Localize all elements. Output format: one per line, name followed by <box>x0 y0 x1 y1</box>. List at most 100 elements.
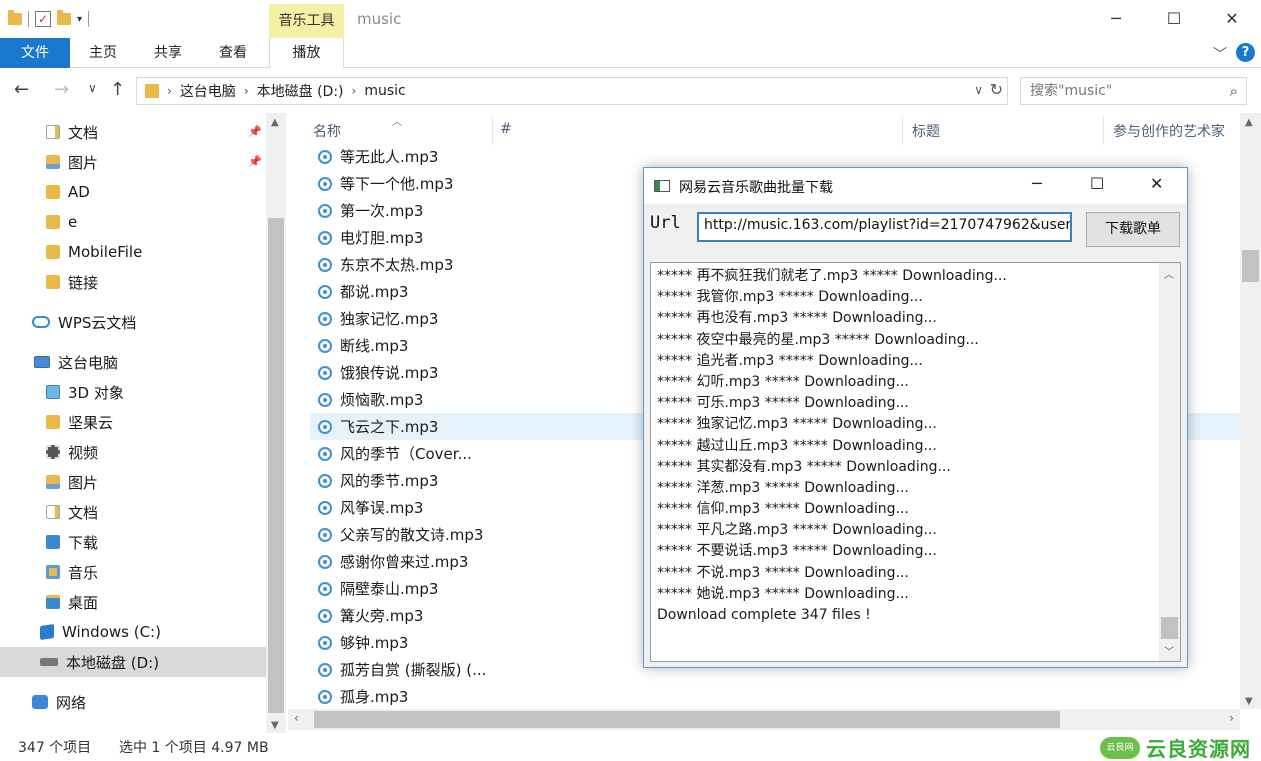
dialog-close-button[interactable]: ✕ <box>1150 174 1163 193</box>
search-input[interactable]: 搜索"music" ⌕ <box>1020 77 1247 105</box>
audio-file-icon <box>318 203 332 218</box>
tab-share[interactable]: 共享 <box>140 38 196 68</box>
nav-item-mobilefile[interactable]: MobileFile <box>0 237 266 267</box>
close-button[interactable]: ✕ <box>1203 0 1261 36</box>
pin-icon[interactable]: 📌 <box>248 155 262 168</box>
file-name: 风筝误.mp3 <box>340 499 424 517</box>
window-controls: ─ ☐ ✕ <box>1087 0 1261 36</box>
column-header-name[interactable]: 名称 <box>313 121 341 141</box>
nav-item-label: Windows (C:) <box>62 623 161 641</box>
nav-item-nutstore[interactable]: 坚果云 <box>0 407 266 437</box>
file-row[interactable]: 等无此人.mp3 <box>310 143 1240 170</box>
nav-item-network[interactable]: 网络 <box>0 687 266 717</box>
nav-item-wps-cloud[interactable]: WPS云文档 <box>0 307 266 337</box>
scroll-left-icon[interactable]: ‹ <box>294 711 299 725</box>
dialog-maximize-button[interactable]: ☐ <box>1090 174 1104 193</box>
refresh-icon[interactable]: ↻ <box>990 80 1003 99</box>
audio-file-icon <box>318 608 332 623</box>
new-folder-icon[interactable] <box>57 10 71 25</box>
scroll-down-icon[interactable]: ▼ <box>1245 696 1253 707</box>
status-bar: 347 个项目 选中 1 个项目 4.97 MB 云良网 云良资源网 <box>0 733 1261 761</box>
file-row[interactable]: 孤身.mp3 <box>310 683 1240 709</box>
minimize-button[interactable]: ─ <box>1087 0 1145 36</box>
breadcrumb-this-pc[interactable]: 这台电脑 <box>180 81 236 101</box>
nav-item-desktop[interactable]: 桌面 <box>0 587 266 617</box>
audio-file-icon <box>318 689 332 704</box>
audio-file-icon <box>318 446 332 461</box>
customize-toolbar-icon[interactable]: ▾ <box>77 14 82 25</box>
dialog-minimize-button[interactable]: ─ <box>1032 174 1042 193</box>
scrollbar-thumb[interactable] <box>314 711 1060 728</box>
nav-item-pictures[interactable]: 图片 <box>0 467 266 497</box>
tab-play[interactable]: 播放 <box>269 38 344 69</box>
file-name: 篝火旁.mp3 <box>340 607 424 625</box>
url-input[interactable]: http://music.163.com/playlist?id=2170747… <box>697 212 1072 242</box>
breadcrumb-drive-d[interactable]: 本地磁盘 (D:) <box>257 81 344 101</box>
nav-item-e[interactable]: e <box>0 207 266 237</box>
chevron-up-icon[interactable]: ︿ <box>1164 266 1174 281</box>
nav-item-documents-pinned[interactable]: 文档 📌 <box>0 117 266 147</box>
tab-home[interactable]: 主页 <box>76 38 130 68</box>
column-divider[interactable] <box>492 117 493 145</box>
file-list-horizontal-scrollbar[interactable]: ‹ › <box>288 709 1240 730</box>
nav-item-music[interactable]: 音乐 <box>0 557 266 587</box>
properties-icon[interactable]: ✓ <box>35 11 51 27</box>
nav-item-links[interactable]: 链接 <box>0 267 266 297</box>
back-arrow-icon[interactable]: ← <box>14 79 29 100</box>
folder-icon <box>46 185 60 199</box>
nav-pane-scrollbar[interactable]: ▲ ▼ <box>266 113 286 733</box>
document-icon <box>46 125 60 139</box>
chevron-right-icon[interactable]: › <box>167 84 172 98</box>
folder-icon[interactable] <box>8 10 22 25</box>
address-dropdown-icon[interactable]: ∨ <box>974 83 983 97</box>
column-header-title[interactable]: 标题 <box>912 121 940 141</box>
expand-ribbon-chevron-icon[interactable]: ﹀ <box>1213 44 1227 64</box>
column-header-artist[interactable]: 参与创作的艺术家 <box>1113 121 1225 141</box>
help-icon[interactable]: ? <box>1236 43 1255 62</box>
scroll-down-icon[interactable]: ▼ <box>271 720 279 731</box>
nav-item-ad[interactable]: AD <box>0 177 266 207</box>
scroll-right-icon[interactable]: › <box>1229 711 1234 725</box>
file-list-vertical-scrollbar[interactable]: ▲ ▼ <box>1240 113 1261 709</box>
breadcrumb-music[interactable]: music <box>364 83 405 99</box>
address-bar[interactable]: › 这台电脑 › 本地磁盘 (D:) › music ∨ ↻ <box>136 77 1008 105</box>
file-name: 断线.mp3 <box>340 337 409 355</box>
maximize-button[interactable]: ☐ <box>1145 0 1203 36</box>
download-playlist-button[interactable]: 下载歌单 <box>1086 212 1180 247</box>
log-scrollbar[interactable]: ︿ ﹀ <box>1159 263 1180 661</box>
nav-item-this-pc[interactable]: 这台电脑 <box>0 347 266 377</box>
nav-item-label: 3D 对象 <box>68 383 124 402</box>
chevron-right-icon[interactable]: › <box>244 84 249 98</box>
nav-item-pictures-pinned[interactable]: 图片 📌 <box>0 147 266 177</box>
column-divider[interactable] <box>1103 117 1104 145</box>
nav-item-3d-objects[interactable]: 3D 对象 <box>0 377 266 407</box>
scroll-up-icon[interactable]: ▲ <box>1245 117 1253 128</box>
tab-view[interactable]: 查看 <box>205 38 261 68</box>
up-arrow-icon[interactable]: ↑ <box>110 79 125 100</box>
forward-arrow-icon[interactable]: → <box>54 79 69 100</box>
file-name: 独家记忆.mp3 <box>340 310 439 328</box>
pictures-icon <box>46 475 60 489</box>
navigation-bar: ← → ∨ ↑ › 这台电脑 › 本地磁盘 (D:) › music ∨ ↻ 搜… <box>0 69 1261 113</box>
video-icon <box>46 445 60 459</box>
column-divider[interactable] <box>902 117 903 145</box>
scrollbar-thumb[interactable] <box>268 218 284 713</box>
nav-item-drive-d[interactable]: 本地磁盘 (D:) <box>0 647 266 677</box>
download-log[interactable]: ***** 再不疯狂我们就老了.mp3 ***** Downloading...… <box>650 262 1181 662</box>
chevron-down-icon[interactable]: ﹀ <box>1164 643 1174 658</box>
nav-item-label: AD <box>68 183 90 201</box>
scrollbar-thumb[interactable] <box>1161 617 1178 639</box>
pin-icon[interactable]: 📌 <box>248 125 262 138</box>
nav-item-videos[interactable]: 视频 <box>0 437 266 467</box>
column-header-number[interactable]: # <box>500 121 512 137</box>
log-line: ***** 不要说话.mp3 ***** Downloading... <box>657 543 937 560</box>
tab-file[interactable]: 文件 <box>0 38 70 68</box>
scroll-up-icon[interactable]: ▲ <box>271 117 279 128</box>
nav-item-windows-c[interactable]: Windows (C:) <box>0 617 266 647</box>
nav-item-documents[interactable]: 文档 <box>0 497 266 527</box>
scrollbar-thumb[interactable] <box>1242 250 1259 282</box>
search-icon[interactable]: ⌕ <box>1230 78 1238 104</box>
nav-item-downloads[interactable]: 下载 <box>0 527 266 557</box>
chevron-right-icon[interactable]: › <box>352 84 357 98</box>
recent-locations-chevron-icon[interactable]: ∨ <box>88 81 97 95</box>
